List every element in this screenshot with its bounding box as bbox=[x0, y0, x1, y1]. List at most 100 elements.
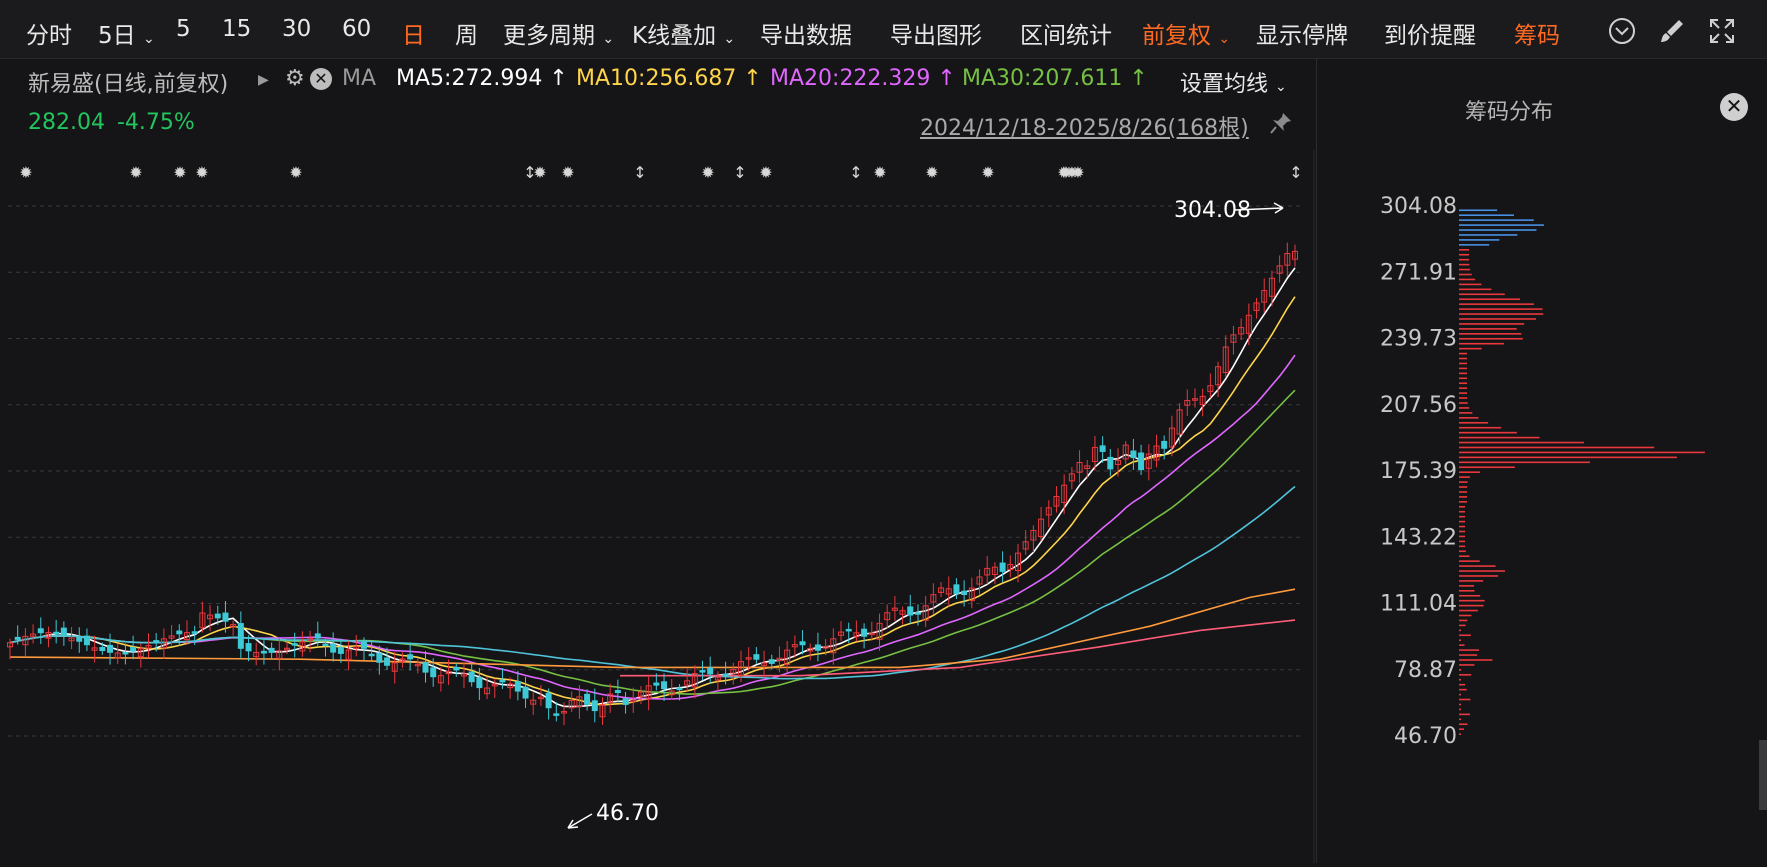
candle-body bbox=[614, 690, 621, 694]
candle-body bbox=[914, 612, 921, 615]
event-marker-icon: ✹ bbox=[173, 163, 186, 182]
chip-bar bbox=[1459, 357, 1467, 360]
candle bbox=[861, 623, 868, 649]
close-indicator-icon[interactable]: ✕ bbox=[310, 68, 332, 90]
candle-body bbox=[768, 659, 775, 664]
more-periods-dropdown[interactable]: 更多周期 ⌄ bbox=[503, 16, 614, 50]
date-range[interactable]: 2024/12/18-2025/8/26(168根) bbox=[920, 110, 1249, 142]
candle bbox=[899, 606, 906, 625]
tab-5day[interactable]: 5日 ⌄ bbox=[98, 16, 155, 50]
price-tick: 207.56 bbox=[1380, 393, 1457, 418]
candle bbox=[422, 651, 429, 683]
arrow-up-icon: ↑ bbox=[1129, 66, 1148, 91]
chip-bar bbox=[1459, 214, 1514, 217]
candle bbox=[60, 621, 67, 646]
show-suspension-button[interactable]: 显示停牌 bbox=[1256, 16, 1348, 50]
candle bbox=[753, 647, 760, 664]
triangle-right-icon[interactable]: ▶ bbox=[258, 72, 269, 88]
adjust-mode-dropdown[interactable]: 前复权 ⌄ bbox=[1142, 16, 1230, 50]
candle bbox=[299, 631, 306, 657]
tab-weekly[interactable]: 周 bbox=[455, 16, 478, 50]
candle bbox=[1145, 444, 1152, 481]
chip-bar bbox=[1459, 337, 1523, 340]
chip-bar bbox=[1459, 268, 1471, 271]
candle-body bbox=[545, 692, 552, 709]
ma10-line bbox=[9, 296, 1296, 706]
candle bbox=[268, 642, 275, 660]
candle bbox=[414, 658, 421, 674]
candle-body bbox=[522, 686, 529, 699]
current-price-line: 282.04 -4.75% bbox=[28, 110, 195, 135]
chip-bar bbox=[1459, 688, 1467, 691]
period-toolbar: 分时 5日 ⌄ 5 15 30 60 日 周 更多周期 ⌄ K线叠加 ⌄ 导出数… bbox=[0, 0, 1767, 59]
brush-icon[interactable] bbox=[1657, 16, 1687, 46]
candle bbox=[891, 596, 898, 621]
tab-30min[interactable]: 30 bbox=[282, 16, 311, 42]
candle-body bbox=[360, 641, 367, 649]
candle bbox=[707, 656, 714, 684]
candle bbox=[607, 683, 614, 713]
candle bbox=[961, 580, 968, 607]
event-marker-icon: ✹ bbox=[873, 163, 886, 182]
chip-bar bbox=[1459, 426, 1502, 429]
low-annotation: 46.70 bbox=[567, 801, 659, 829]
event-marker-icon: ↕ bbox=[1289, 163, 1302, 182]
chip-bar bbox=[1459, 303, 1534, 305]
kline-svg[interactable]: ✹ ✹ ✹ ✹ ✹ ↕✹ ✹ ↕ ✹ ↕ ✹ ↕ ✹ ✹ ✹ ✹✹✹✹ ↕ 304.08 46.70 bbox=[0, 150, 1315, 863]
candle-body bbox=[322, 643, 329, 647]
event-marker-icon: ✹ bbox=[561, 163, 574, 182]
tab-5min[interactable]: 5 bbox=[176, 16, 191, 42]
candle-body bbox=[337, 647, 344, 654]
price-tick: 304.08 bbox=[1380, 194, 1457, 219]
tab-intraday[interactable]: 分时 bbox=[26, 16, 72, 50]
candle bbox=[276, 638, 283, 671]
chip-bar bbox=[1459, 258, 1470, 261]
candle bbox=[999, 551, 1006, 583]
chip-bar bbox=[1459, 510, 1465, 513]
kline-overlay-dropdown[interactable]: K线叠加 ⌄ bbox=[632, 16, 735, 50]
tab-daily[interactable]: 日 bbox=[402, 16, 425, 50]
candle-body bbox=[953, 584, 960, 594]
kline-chart[interactable]: ✹ ✹ ✹ ✹ ✹ ↕ ✹ ✹ ↕ ✹ ↕ ✹ ↕ ✹ ✹ ✹ ✹ ✹ ✹ ✹ ↕ 304.08 46.70 bbox=[0, 150, 1315, 863]
chip-button[interactable]: 筹码 bbox=[1514, 16, 1560, 50]
candle bbox=[1076, 450, 1083, 483]
ma-settings-dropdown[interactable]: 设置均线 ⌄ bbox=[1180, 66, 1287, 98]
pin-icon[interactable] bbox=[1268, 110, 1294, 136]
candle bbox=[1253, 297, 1260, 319]
candle-body bbox=[330, 643, 337, 653]
candle-body bbox=[153, 640, 160, 643]
event-marker-icon: ✹ bbox=[981, 163, 994, 182]
chip-bar bbox=[1459, 496, 1468, 498]
event-marker-icon: ✹ bbox=[701, 163, 714, 182]
tab-60min[interactable]: 60 bbox=[342, 16, 371, 42]
low-label: 46.70 bbox=[596, 801, 659, 826]
chip-bar bbox=[1459, 649, 1480, 651]
export-data-button[interactable]: 导出数据 bbox=[760, 16, 852, 50]
chip-distribution-panel: 筹码分布 ✕ 304.08 271.91 239.73 207.56 175.39 143… bbox=[1316, 58, 1767, 863]
event-marker-icon: ✹ bbox=[19, 163, 32, 182]
candle bbox=[330, 632, 337, 662]
candle bbox=[976, 569, 983, 596]
candle bbox=[1038, 506, 1045, 541]
chevron-down-circle-icon[interactable] bbox=[1607, 16, 1637, 46]
candle bbox=[1115, 448, 1122, 477]
price-alert-button[interactable]: 到价提醒 bbox=[1384, 16, 1476, 50]
range-stats-button[interactable]: 区间统计 bbox=[1020, 16, 1112, 50]
chip-bar bbox=[1459, 501, 1468, 503]
export-chart-button[interactable]: 导出图形 bbox=[890, 16, 982, 50]
candle-body bbox=[368, 653, 375, 657]
candle bbox=[30, 624, 37, 644]
candle-body bbox=[237, 623, 244, 649]
candle-body bbox=[999, 562, 1006, 572]
price-tick: 271.91 bbox=[1380, 260, 1457, 285]
scrollbar[interactable] bbox=[1759, 740, 1767, 810]
candle bbox=[1122, 440, 1129, 465]
gear-icon[interactable]: ⚙ bbox=[285, 66, 305, 91]
tab-15min[interactable]: 15 bbox=[222, 16, 251, 42]
candle bbox=[807, 643, 814, 661]
candle bbox=[237, 611, 244, 659]
candle bbox=[1284, 242, 1291, 277]
price-tick: 46.70 bbox=[1394, 724, 1457, 749]
fullscreen-icon[interactable] bbox=[1707, 16, 1737, 46]
chip-bar bbox=[1459, 244, 1490, 246]
